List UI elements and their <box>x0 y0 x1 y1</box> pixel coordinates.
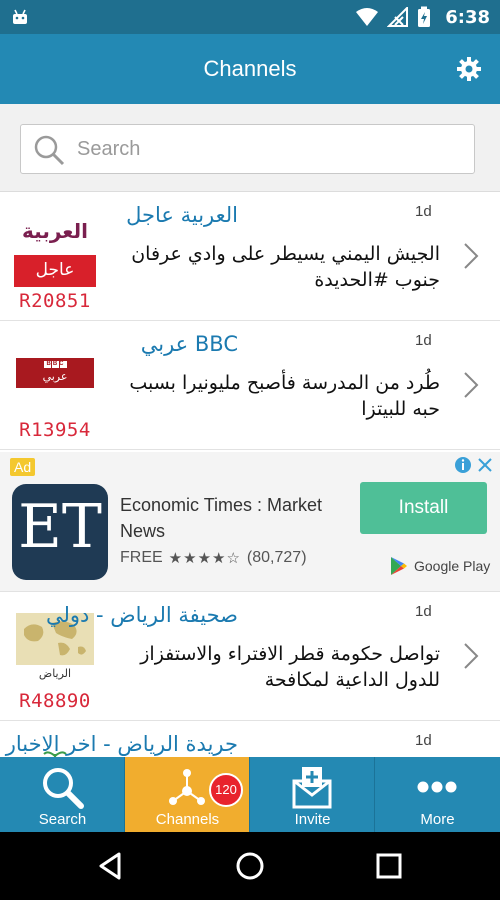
search-area <box>0 104 500 192</box>
ad-badge: Ad <box>10 458 36 476</box>
logo-text: الرياض <box>38 667 72 680</box>
chevron-right-icon <box>464 243 479 269</box>
channel-row[interactable]: جريدة الرياض - اخر الاخبار الا... 1d <box>0 722 500 757</box>
home-icon[interactable] <box>234 850 266 882</box>
system-navigation-bar <box>0 832 500 900</box>
invite-icon <box>292 767 332 809</box>
page-title: Channels <box>203 56 297 81</box>
search-icon <box>43 768 84 809</box>
ad-close-icon[interactable] <box>476 456 494 474</box>
channel-age: 1d <box>415 603 432 620</box>
battery-charging-icon <box>418 6 431 27</box>
install-button[interactable]: Install <box>360 482 487 534</box>
channel-name: جريدة الرياض - اخر الاخبار الا... <box>0 732 238 756</box>
channel-headline: طُرد من المدرسة فأصبح مليونيرا بسبب حبه … <box>129 372 440 420</box>
ad-price: FREE <box>120 549 163 566</box>
nav-label: Search <box>38 811 87 828</box>
logo-text: عربي <box>42 370 68 383</box>
logo-text: العربية <box>22 219 88 243</box>
ad-banner[interactable]: Ad ET Economic Times : Market News FREE … <box>0 452 500 592</box>
nav-tab-invite[interactable]: Invite <box>250 757 375 832</box>
ad-info-icon[interactable] <box>454 456 472 474</box>
search-input[interactable] <box>77 133 457 165</box>
nav-label: More <box>420 811 455 828</box>
channels-icon <box>169 769 205 805</box>
ad-title: Economic Times : Market News <box>120 495 323 541</box>
channel-age: 1d <box>415 732 432 749</box>
app-bar: Channels <box>0 34 500 104</box>
channel-count: R48890 <box>19 690 91 712</box>
channel-row[interactable]: BBC عربي R13954 BBC عربي 1d طُرد من المد… <box>0 322 500 450</box>
nav-label: Invite <box>294 811 331 828</box>
google-play-icon <box>391 557 407 575</box>
android-icon <box>13 9 27 24</box>
logo-text: عاجل <box>35 260 75 280</box>
channel-name: العربية عاجل <box>126 203 238 227</box>
search-box[interactable] <box>20 124 475 174</box>
channel-headline: الجيش اليمني يسيطر على وادي عرفان جنوب #… <box>131 243 440 291</box>
nav-tab-search[interactable]: Search <box>0 757 125 832</box>
channels-badge: 120 <box>209 773 243 807</box>
chevron-right-icon <box>464 643 479 669</box>
channel-logo: العربية عاجل <box>14 209 96 287</box>
channel-row[interactable]: الرياض R48890 صحيفة الرياض - دولي 1d توا… <box>0 593 500 721</box>
channel-feed[interactable]: العربية عاجل R20851 العربية عاجل 1d الجي… <box>0 193 500 757</box>
google-play-label: Google Play <box>414 558 491 574</box>
chevron-right-icon <box>464 372 479 398</box>
channel-logo: BBC عربي <box>14 338 96 416</box>
channel-row[interactable]: العربية عاجل R20851 العربية عاجل 1d الجي… <box>0 193 500 321</box>
nav-tab-channels[interactable]: 120 Channels <box>125 757 250 832</box>
channel-name: صحيفة الرياض - دولي <box>45 603 238 627</box>
search-icon <box>34 135 65 166</box>
channel-age: 1d <box>415 203 432 220</box>
wifi-icon <box>356 8 379 26</box>
back-icon[interactable] <box>95 850 127 882</box>
status-time: 6:38 <box>445 6 490 28</box>
gear-icon[interactable] <box>456 56 482 82</box>
status-bar: 6:38 <box>0 0 500 34</box>
channel-count: R20851 <box>19 290 91 312</box>
ad-app-logo: ET <box>12 484 108 580</box>
channel-headline: تواصل حكومة قطر الافتراء والاستفزاز للدو… <box>140 643 440 691</box>
star-rating-icon: ★★★★☆ <box>168 550 241 567</box>
google-play-link[interactable]: Google Play <box>390 556 490 576</box>
bottom-navigation: Search 120 Channels Invite More <box>0 757 500 832</box>
ad-rating-count: (80,727) <box>246 549 307 566</box>
ad-rating: FREE ★★★★☆ (80,727) <box>120 549 307 567</box>
nav-tab-more[interactable]: More <box>375 757 500 832</box>
logo-text: BBC <box>46 361 66 367</box>
more-icon <box>417 781 457 793</box>
ad-logo-text: ET <box>18 492 102 562</box>
channel-age: 1d <box>415 332 432 349</box>
channel-name: BBC عربي <box>140 332 238 356</box>
channel-count: R13954 <box>19 419 91 441</box>
nav-label: Channels <box>155 811 220 828</box>
cellular-signal-icon <box>387 7 409 27</box>
recents-icon[interactable] <box>373 850 405 882</box>
